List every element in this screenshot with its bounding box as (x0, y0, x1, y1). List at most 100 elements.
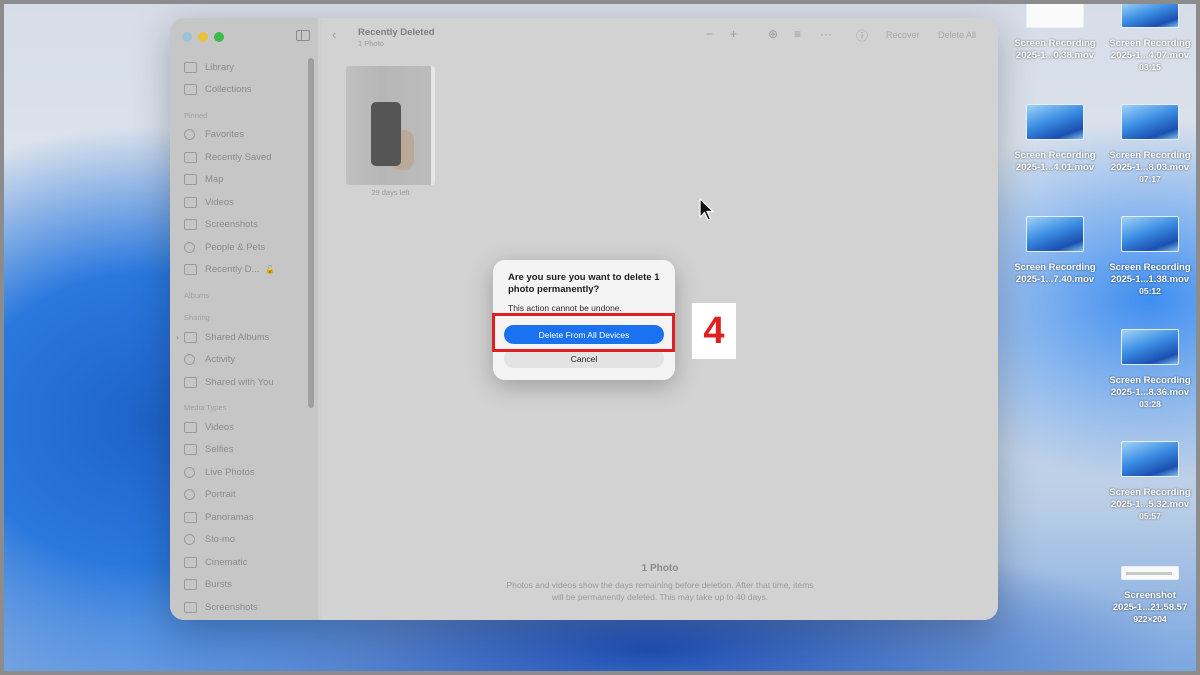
file-thumbnail (1121, 566, 1179, 580)
file-name: Screenshot (1124, 590, 1176, 601)
file-name-line2: 2025-1...4.07.mov (1110, 50, 1190, 61)
video-icon (184, 421, 197, 433)
sidebar-item-slomo[interactable]: Slo-mo (184, 529, 314, 552)
sidebar-item-label: Slo-mo (205, 534, 236, 546)
section-heading-media-types: Media Types (184, 403, 227, 412)
days-left-label: 29 days left (371, 188, 410, 197)
sidebar-item-label: Videos (205, 196, 234, 208)
sidebar-item-recently-saved[interactable]: Recently Saved (184, 146, 314, 169)
sidebar-item-label: Activity (205, 354, 236, 366)
sidebar-item-people-pets[interactable]: People & Pets (184, 236, 314, 259)
sidebar-item-panoramas[interactable]: Panoramas (184, 506, 314, 529)
sidebar-item-label: Shared with You (205, 376, 274, 388)
desktop-file-icon[interactable]: Screen Recording 2025-1...4.07.mov 03:15 (1102, 2, 1198, 72)
slomo-icon (184, 534, 195, 546)
library-icon (184, 61, 197, 73)
page-subtitle: 1 Photo (358, 39, 384, 48)
sidebar-item-recently-deleted[interactable]: Recently D... 🔓 (184, 259, 314, 282)
screenshot-icon (184, 601, 197, 613)
sidebar-item-activity[interactable]: Activity (184, 349, 314, 372)
desktop-file-icon[interactable]: Screen Recording 2025-1...4.01.mov (1007, 104, 1103, 174)
sidebar-item-bursts[interactable]: Bursts (184, 574, 314, 597)
sidebar-item-collections[interactable]: Collections (184, 79, 314, 102)
sidebar-toggle-icon[interactable] (296, 30, 310, 41)
toolbar: ‹ Recently Deleted 1 Photo − + ⊕ ≡ ··· ⓘ… (322, 18, 998, 54)
photo-count: 1 Photo (641, 563, 679, 574)
deletion-note-line: will be permanently deleted. This may ta… (551, 592, 769, 602)
back-chevron-icon[interactable]: ‹ (332, 27, 336, 42)
sidebar-item-label: Panoramas (205, 511, 254, 523)
desktop-file-icon[interactable]: Screen Recording 2025-1...1.38.mov 05:12 (1102, 216, 1198, 296)
sidebar-item-map[interactable]: Map (184, 169, 314, 192)
shared-with-you-icon (184, 376, 197, 388)
people-icon (184, 241, 195, 253)
maximize-button[interactable] (214, 32, 224, 42)
desktop-file-icon[interactable]: Screen Recording 2025-1...8.36.mov 03:28 (1102, 329, 1198, 409)
sidebar-item-favorites[interactable]: Favorites (184, 124, 314, 147)
sidebar-item-shared-with-you[interactable]: Shared with You (184, 371, 314, 394)
portrait-icon (184, 489, 195, 501)
sidebar-item-label: Live Photos (205, 466, 255, 478)
sidebar-item-media-screenshots[interactable]: Screenshots (184, 596, 314, 619)
photo-thumbnail[interactable] (346, 66, 435, 185)
sidebar-item-videos[interactable]: Videos (184, 191, 314, 214)
dialog-title: Are you sure you want to delete 1 photo … (508, 272, 660, 295)
bursts-icon (184, 579, 197, 591)
step-number-badge: 4 (692, 303, 736, 359)
sidebar-item-label: Favorites (205, 129, 245, 141)
sidebar-item-label: Recently Saved (205, 151, 272, 163)
filter-icon[interactable]: ≡ (794, 27, 801, 41)
desktop-file-icon[interactable]: Screen Recording 2025-1...0.38.mov (1007, 2, 1103, 62)
dialog-message: This action cannot be undone. (508, 303, 622, 313)
file-name: Screen Recording (1109, 150, 1191, 161)
file-dimensions: 922×204 (1133, 614, 1167, 624)
sidebar-item-portrait[interactable]: Portrait (184, 484, 314, 507)
zoom-in-icon[interactable]: + (730, 27, 737, 41)
live-photo-icon (184, 466, 195, 478)
sidebar-item-label: Videos (205, 421, 234, 433)
map-icon (184, 174, 197, 186)
zoom-out-icon[interactable]: − (706, 27, 713, 41)
sidebar-item-label: Screenshots (205, 601, 258, 613)
sidebar-item-selfies[interactable]: Selfies (184, 439, 314, 462)
file-name-line2: 2025-1...21.58.57 (1112, 602, 1188, 613)
sidebar-item-media-videos[interactable]: Videos (184, 416, 314, 439)
video-icon (184, 196, 197, 208)
chevron-right-icon[interactable]: › (176, 333, 179, 342)
info-icon[interactable]: ⓘ (856, 27, 868, 44)
more-icon[interactable]: ··· (820, 27, 832, 41)
file-name: Screen Recording (1014, 38, 1096, 49)
sidebar-item-label: Collections (205, 84, 252, 96)
file-name: Screen Recording (1014, 150, 1096, 161)
sidebar-item-cinematic[interactable]: Cinematic (184, 551, 314, 574)
file-thumbnail (1121, 216, 1179, 252)
minimize-button[interactable] (198, 32, 208, 42)
sidebar-scrollbar[interactable] (308, 58, 314, 408)
desktop-file-icon[interactable]: Screenshot 2025-1...21.58.57 922×204 (1102, 554, 1198, 624)
screenshot-icon (184, 219, 197, 231)
recover-button[interactable]: Recover (886, 30, 920, 40)
file-name-line2: 2025-1...7.40.mov (1015, 274, 1095, 285)
desktop-file-icon[interactable]: Screen Recording 2025-1...5.32.mov 05:57 (1102, 441, 1198, 521)
sidebar-item-label: Bursts (205, 579, 232, 591)
section-heading-albums: Albums (184, 290, 210, 300)
recently-saved-icon (184, 151, 197, 163)
shared-albums-icon (184, 331, 197, 343)
file-thumbnail (1026, 2, 1084, 28)
sidebar-item-library[interactable]: Library (184, 56, 314, 79)
desktop-file-icon[interactable]: Screen Recording 2025-1...7.40.mov (1007, 216, 1103, 286)
file-name: Screen Recording (1014, 262, 1096, 273)
sidebar-item-shared-albums[interactable]: › Shared Albums (176, 326, 314, 349)
close-button[interactable] (182, 32, 192, 42)
sidebar-item-screenshots[interactable]: Screenshots (184, 214, 314, 237)
file-name: Screen Recording (1109, 487, 1191, 498)
sidebar-item-live-photos[interactable]: Live Photos (184, 461, 314, 484)
activity-icon (184, 354, 195, 366)
sidebar-item-label: Map (205, 174, 224, 186)
lock-icon: 🔓 (265, 265, 276, 275)
edit-icon[interactable]: ⊕ (768, 27, 778, 41)
desktop-file-icon[interactable]: Screen Recording 2025-1...8.03.mov 07:17 (1102, 104, 1198, 184)
collections-icon (184, 84, 197, 96)
delete-all-button[interactable]: Delete All (938, 30, 976, 40)
file-name: Screen Recording (1109, 38, 1191, 49)
